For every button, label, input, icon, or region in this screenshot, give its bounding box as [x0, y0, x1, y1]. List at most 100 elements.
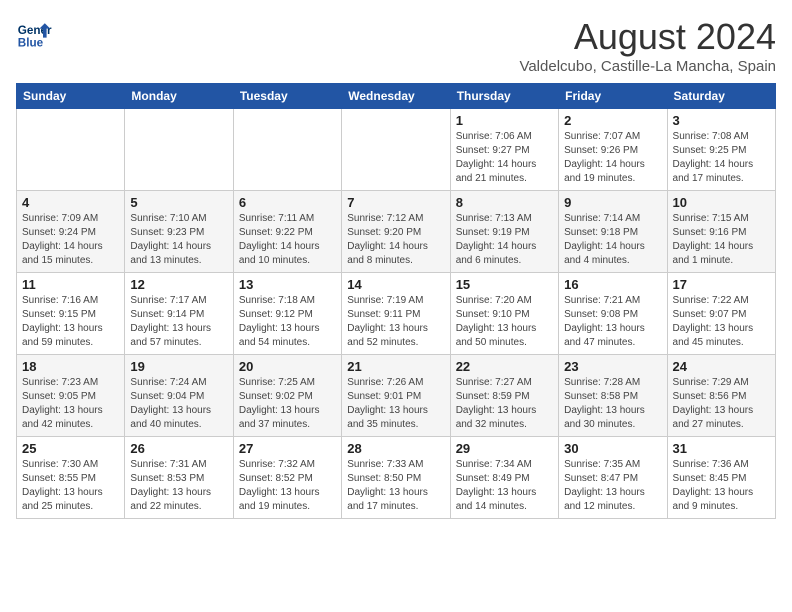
calendar-day-cell: 12 Sunrise: 7:17 AM Sunset: 9:14 PM Dayli… [125, 273, 233, 355]
day-number: 11 [22, 277, 119, 292]
day-number: 28 [347, 441, 444, 456]
day-number: 14 [347, 277, 444, 292]
day-number: 17 [673, 277, 770, 292]
title-block: August 2024 Valdelcubo, Castille-La Manc… [519, 16, 776, 75]
calendar-day-cell: 13 Sunrise: 7:18 AM Sunset: 9:12 PM Dayli… [233, 273, 341, 355]
day-info: Sunrise: 7:07 AM Sunset: 9:26 PM Dayligh… [564, 130, 661, 186]
day-number: 22 [456, 359, 553, 374]
day-number: 2 [564, 113, 661, 128]
day-number: 8 [456, 195, 553, 210]
day-info: Sunrise: 7:36 AM Sunset: 8:45 PM Dayligh… [673, 458, 770, 514]
day-info: Sunrise: 7:20 AM Sunset: 9:10 PM Dayligh… [456, 294, 553, 350]
weekday-header-cell: Tuesday [233, 84, 341, 109]
calendar-day-cell: 2 Sunrise: 7:07 AM Sunset: 9:26 PM Daylig… [559, 109, 667, 191]
day-number: 16 [564, 277, 661, 292]
calendar-week-row: 4 Sunrise: 7:09 AM Sunset: 9:24 PM Daylig… [17, 191, 776, 273]
day-number: 1 [456, 113, 553, 128]
calendar-subtitle: Valdelcubo, Castille-La Mancha, Spain [519, 58, 776, 75]
day-info: Sunrise: 7:15 AM Sunset: 9:16 PM Dayligh… [673, 212, 770, 268]
calendar-day-cell: 3Sunrise: 7:08 AM Sunset: 9:25 PM Daylig… [667, 109, 775, 191]
day-number: 12 [130, 277, 227, 292]
calendar-day-cell: 28 Sunrise: 7:33 AM Sunset: 8:50 PM Dayli… [342, 437, 450, 519]
day-number: 5 [130, 195, 227, 210]
day-number: 21 [347, 359, 444, 374]
weekday-header-cell: Saturday [667, 84, 775, 109]
day-info: Sunrise: 7:34 AM Sunset: 8:49 PM Dayligh… [456, 458, 553, 514]
calendar-day-cell: 10 Sunrise: 7:15 AM Sunset: 9:16 PM Dayli… [667, 191, 775, 273]
day-info: Sunrise: 7:26 AM Sunset: 9:01 PM Dayligh… [347, 376, 444, 432]
day-info: Sunrise: 7:21 AM Sunset: 9:08 PM Dayligh… [564, 294, 661, 350]
calendar-day-cell: 18 Sunrise: 7:23 AM Sunset: 9:05 PM Dayli… [17, 355, 125, 437]
calendar-day-cell: 27 Sunrise: 7:32 AM Sunset: 8:52 PM Dayli… [233, 437, 341, 519]
calendar-day-cell: 1 Sunrise: 7:06 AM Sunset: 9:27 PM Daylig… [450, 109, 558, 191]
day-info: Sunrise: 7:13 AM Sunset: 9:19 PM Dayligh… [456, 212, 553, 268]
calendar-day-cell: 11Sunrise: 7:16 AM Sunset: 9:15 PM Dayli… [17, 273, 125, 355]
logo: General Blue [16, 16, 52, 52]
day-info: Sunrise: 7:25 AM Sunset: 9:02 PM Dayligh… [239, 376, 336, 432]
day-number: 6 [239, 195, 336, 210]
day-info: Sunrise: 7:33 AM Sunset: 8:50 PM Dayligh… [347, 458, 444, 514]
calendar-day-cell: 5 Sunrise: 7:10 AM Sunset: 9:23 PM Daylig… [125, 191, 233, 273]
calendar-day-cell: 20 Sunrise: 7:25 AM Sunset: 9:02 PM Dayli… [233, 355, 341, 437]
calendar-day-cell: 17 Sunrise: 7:22 AM Sunset: 9:07 PM Dayli… [667, 273, 775, 355]
calendar-day-cell: 19 Sunrise: 7:24 AM Sunset: 9:04 PM Dayli… [125, 355, 233, 437]
day-info: Sunrise: 7:22 AM Sunset: 9:07 PM Dayligh… [673, 294, 770, 350]
day-number: 7 [347, 195, 444, 210]
day-number: 15 [456, 277, 553, 292]
calendar-title: August 2024 [519, 16, 776, 58]
day-number: 13 [239, 277, 336, 292]
day-info: Sunrise: 7:17 AM Sunset: 9:14 PM Dayligh… [130, 294, 227, 350]
calendar-day-cell: 29 Sunrise: 7:34 AM Sunset: 8:49 PM Dayli… [450, 437, 558, 519]
day-number: 9 [564, 195, 661, 210]
calendar-day-cell: 15 Sunrise: 7:20 AM Sunset: 9:10 PM Dayli… [450, 273, 558, 355]
day-number: 31 [673, 441, 770, 456]
calendar-day-cell: 4 Sunrise: 7:09 AM Sunset: 9:24 PM Daylig… [17, 191, 125, 273]
calendar-day-cell: 9Sunrise: 7:14 AM Sunset: 9:18 PM Daylig… [559, 191, 667, 273]
calendar-day-cell: 21 Sunrise: 7:26 AM Sunset: 9:01 PM Dayli… [342, 355, 450, 437]
calendar-day-cell [17, 109, 125, 191]
calendar-week-row: 1 Sunrise: 7:06 AM Sunset: 9:27 PM Daylig… [17, 109, 776, 191]
day-info: Sunrise: 7:32 AM Sunset: 8:52 PM Dayligh… [239, 458, 336, 514]
calendar-day-cell: 31 Sunrise: 7:36 AM Sunset: 8:45 PM Dayli… [667, 437, 775, 519]
svg-text:Blue: Blue [18, 37, 44, 50]
day-info: Sunrise: 7:08 AM Sunset: 9:25 PM Dayligh… [673, 130, 770, 186]
day-number: 29 [456, 441, 553, 456]
day-number: 26 [130, 441, 227, 456]
weekday-header-cell: Sunday [17, 84, 125, 109]
day-info: Sunrise: 7:18 AM Sunset: 9:12 PM Dayligh… [239, 294, 336, 350]
calendar-day-cell: 24Sunrise: 7:29 AM Sunset: 8:56 PM Dayli… [667, 355, 775, 437]
calendar-day-cell: 26 Sunrise: 7:31 AM Sunset: 8:53 PM Dayli… [125, 437, 233, 519]
day-number: 18 [22, 359, 119, 374]
day-info: Sunrise: 7:35 AM Sunset: 8:47 PM Dayligh… [564, 458, 661, 514]
weekday-header-cell: Monday [125, 84, 233, 109]
day-number: 27 [239, 441, 336, 456]
day-number: 23 [564, 359, 661, 374]
day-info: Sunrise: 7:23 AM Sunset: 9:05 PM Dayligh… [22, 376, 119, 432]
day-info: Sunrise: 7:09 AM Sunset: 9:24 PM Dayligh… [22, 212, 119, 268]
day-number: 19 [130, 359, 227, 374]
day-info: Sunrise: 7:10 AM Sunset: 9:23 PM Dayligh… [130, 212, 227, 268]
calendar-day-cell: 22Sunrise: 7:27 AM Sunset: 8:59 PM Dayli… [450, 355, 558, 437]
calendar-day-cell: 30 Sunrise: 7:35 AM Sunset: 8:47 PM Dayli… [559, 437, 667, 519]
calendar-header: SundayMondayTuesdayWednesdayThursdayFrid… [17, 84, 776, 109]
day-info: Sunrise: 7:31 AM Sunset: 8:53 PM Dayligh… [130, 458, 227, 514]
page-header: General Blue August 2024 Valdelcubo, Cas… [16, 16, 776, 75]
day-info: Sunrise: 7:12 AM Sunset: 9:20 PM Dayligh… [347, 212, 444, 268]
day-info: Sunrise: 7:24 AM Sunset: 9:04 PM Dayligh… [130, 376, 227, 432]
weekday-header-cell: Friday [559, 84, 667, 109]
day-info: Sunrise: 7:06 AM Sunset: 9:27 PM Dayligh… [456, 130, 553, 186]
calendar-day-cell: 25Sunrise: 7:30 AM Sunset: 8:55 PM Dayli… [17, 437, 125, 519]
calendar-day-cell: 23Sunrise: 7:28 AM Sunset: 8:58 PM Dayli… [559, 355, 667, 437]
calendar-day-cell: 8 Sunrise: 7:13 AM Sunset: 9:19 PM Daylig… [450, 191, 558, 273]
calendar-day-cell: 7 Sunrise: 7:12 AM Sunset: 9:20 PM Daylig… [342, 191, 450, 273]
weekday-header-row: SundayMondayTuesdayWednesdayThursdayFrid… [17, 84, 776, 109]
day-number: 10 [673, 195, 770, 210]
calendar-week-row: 25Sunrise: 7:30 AM Sunset: 8:55 PM Dayli… [17, 437, 776, 519]
day-number: 20 [239, 359, 336, 374]
day-number: 4 [22, 195, 119, 210]
calendar-week-row: 11Sunrise: 7:16 AM Sunset: 9:15 PM Dayli… [17, 273, 776, 355]
day-info: Sunrise: 7:29 AM Sunset: 8:56 PM Dayligh… [673, 376, 770, 432]
day-number: 30 [564, 441, 661, 456]
calendar-day-cell: 14 Sunrise: 7:19 AM Sunset: 9:11 PM Dayli… [342, 273, 450, 355]
day-info: Sunrise: 7:19 AM Sunset: 9:11 PM Dayligh… [347, 294, 444, 350]
